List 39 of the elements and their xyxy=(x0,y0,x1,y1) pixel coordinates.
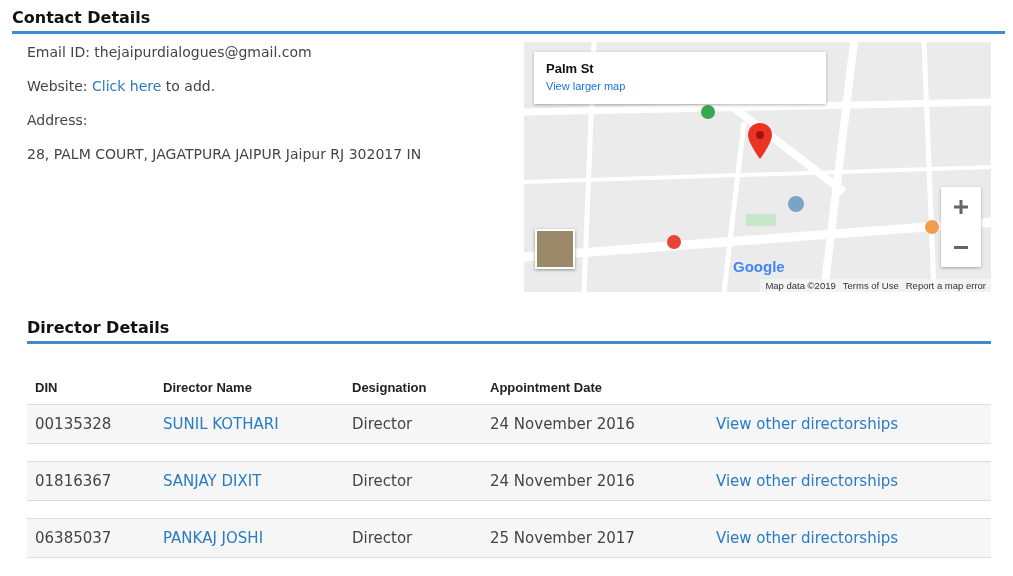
designation-cell-text: Director xyxy=(352,529,414,547)
designation-cell-text: Director xyxy=(352,472,414,490)
zoom-out-button[interactable] xyxy=(941,227,981,267)
column-header: Designation xyxy=(352,380,428,395)
zoom-in-button[interactable] xyxy=(941,187,981,227)
map-attribution: Map data ©2019 xyxy=(765,280,836,291)
column-header: Appointment Date xyxy=(490,380,603,395)
address-label: Address: xyxy=(27,112,88,128)
date-cell-text: 24 November 2016 xyxy=(490,415,636,433)
section-title: Director Details xyxy=(27,316,991,344)
column-header: DIN xyxy=(35,380,59,395)
directorships-link[interactable]: View other directorships xyxy=(716,529,899,547)
director-name-link[interactable]: PANKAJ JOSHI xyxy=(163,529,264,547)
email-text: Email ID: thejaipurdialogues@gmail.com xyxy=(27,44,312,60)
place-title: Palm St xyxy=(546,61,595,76)
view-larger-map-link[interactable]: View larger map xyxy=(546,80,626,92)
director-name-link[interactable]: SANJAY DIXIT xyxy=(163,472,262,490)
din-cell-text: 00135328 xyxy=(35,415,113,433)
date-cell-text: 25 November 2017 xyxy=(490,529,636,547)
add-website-link[interactable]: Click here xyxy=(92,78,162,94)
column-header: Director Name xyxy=(163,380,253,395)
map-pin-icon xyxy=(748,123,772,159)
din-cell-text: 01816367 xyxy=(35,472,113,490)
website-suffix: to add. xyxy=(165,78,216,94)
din-cell-text: 06385037 xyxy=(35,529,113,547)
satellite-view-button[interactable] xyxy=(535,229,575,269)
section-title: Contact Details xyxy=(12,6,1005,34)
address-text: 28, PALM COURT, JAGATPURA JAIPUR Jaipur RJ 302017 IN xyxy=(27,146,422,162)
terms-link[interactable]: Terms of Use xyxy=(842,280,899,291)
minus-icon xyxy=(954,245,968,249)
directorships-link[interactable]: View other directorships xyxy=(716,472,899,490)
designation-cell-text: Director xyxy=(352,415,414,433)
directorships-link[interactable]: View other directorships xyxy=(716,415,899,433)
website-label: Website: xyxy=(27,78,88,94)
map-logo: Google xyxy=(733,258,785,275)
director-name-link[interactable]: SUNIL KOTHARI xyxy=(163,415,279,433)
date-cell-text: 24 November 2016 xyxy=(490,472,636,490)
report-error-link[interactable]: Report a map error xyxy=(905,280,986,291)
plus-icon xyxy=(952,198,970,216)
